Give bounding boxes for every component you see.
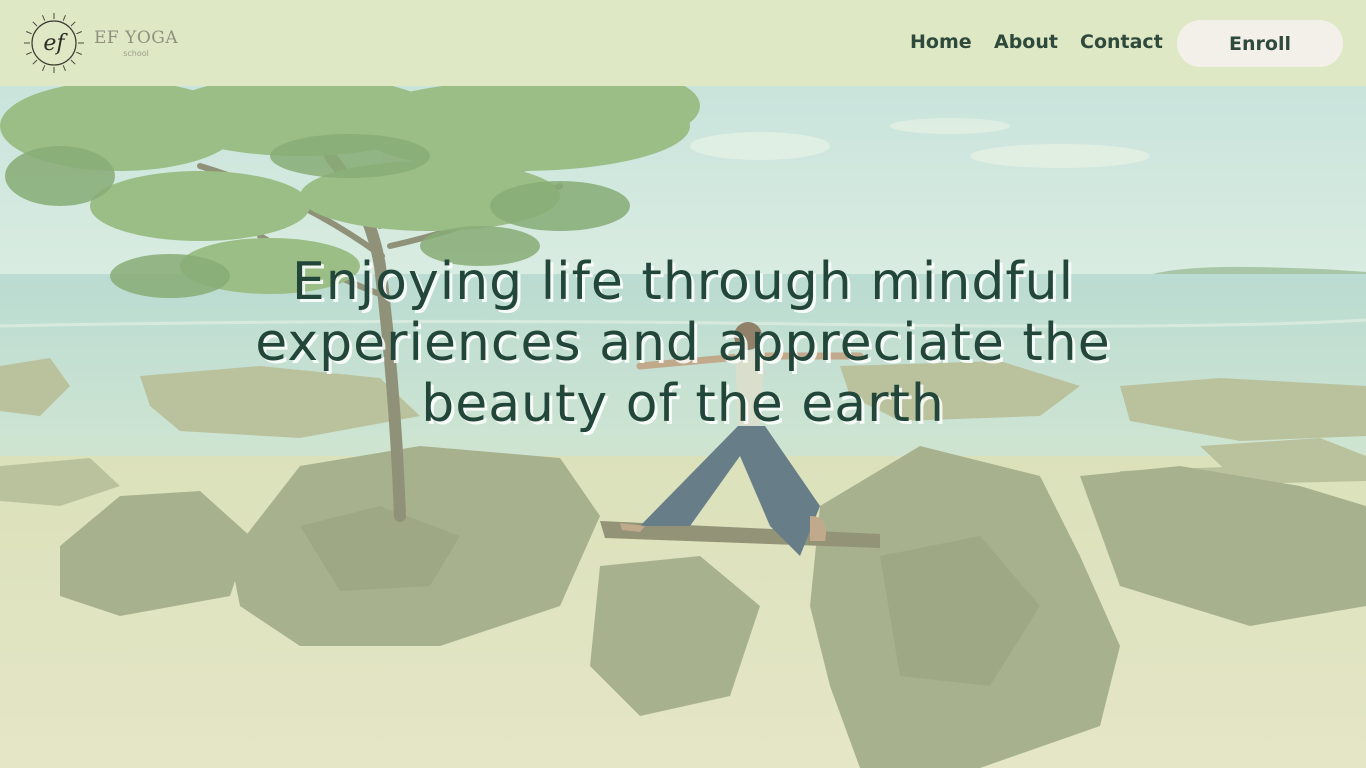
nav-about-link[interactable]: About [994,29,1058,55]
logo-text: EF YOGA school [94,28,178,58]
nav-contact-link[interactable]: Contact [1080,29,1163,55]
logo-name: EF YOGA [94,28,179,48]
hero-section: Enjoying life through mindful experience… [0,86,1366,768]
logo-subtitle: school [123,49,149,58]
hero-headline: Enjoying life through mindful experience… [255,252,1111,434]
site-header: ef EF YOGA school Home About Contact Enr… [0,0,1366,86]
logo-monogram: ef [43,31,68,56]
enroll-button[interactable]: Enroll [1177,20,1343,67]
nav-home-link[interactable]: Home [910,29,972,55]
logo[interactable]: ef EF YOGA school [20,8,190,78]
sun-monogram-icon: ef [24,13,84,73]
